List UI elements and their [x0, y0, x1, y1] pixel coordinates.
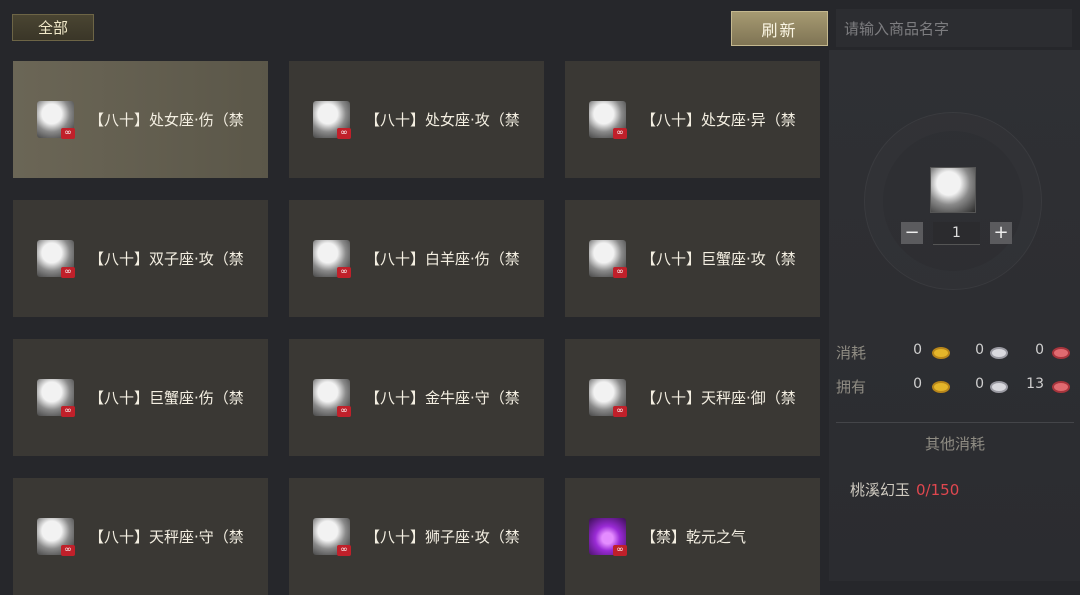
own-red-value: 13 — [1026, 376, 1044, 392]
item-name: 【八十】金牛座·守（禁 — [365, 389, 520, 407]
constellation-virgo-icon: ∞ — [37, 101, 75, 139]
cost-label: 消耗 — [836, 344, 867, 362]
item-card[interactable]: ∞ 【八十】处女座·伤（禁 — [13, 61, 268, 178]
constellation-cancer-icon: ∞ — [589, 240, 627, 278]
quantity-input[interactable]: 1 — [933, 222, 980, 245]
constellation-taurus-icon: ∞ — [313, 379, 351, 417]
item-name: 【八十】狮子座·攻（禁 — [365, 528, 520, 546]
item-card[interactable]: ∞ 【八十】处女座·攻（禁 — [289, 61, 544, 178]
cost-gold-value: 0 — [913, 342, 922, 358]
silver-coin-icon — [990, 347, 1008, 359]
qianyuan-qi-icon: ∞ — [589, 518, 627, 556]
infinity-badge-icon: ∞ — [61, 128, 75, 139]
constellation-gemini-icon: ∞ — [37, 240, 75, 278]
search-input[interactable]: 请输入商品名字 — [836, 9, 1072, 47]
infinity-badge-icon: ∞ — [613, 267, 627, 278]
item-name: 【禁】乾元之气 — [641, 528, 747, 546]
constellation-libra-icon: ∞ — [37, 518, 75, 556]
increase-quantity-button[interactable]: + — [990, 222, 1012, 244]
cost-silver-value: 0 — [975, 342, 984, 358]
item-name: 【八十】处女座·伤（禁 — [89, 111, 244, 129]
infinity-badge-icon: ∞ — [613, 128, 627, 139]
red-coin-icon — [1052, 347, 1070, 359]
constellation-virgo-icon: ∞ — [313, 101, 351, 139]
item-card[interactable]: ∞ 【八十】巨蟹座·伤（禁 — [13, 339, 268, 456]
infinity-badge-icon: ∞ — [61, 545, 75, 556]
cost-red-value: 0 — [1035, 342, 1044, 358]
item-name: 【八十】巨蟹座·伤（禁 — [89, 389, 244, 407]
item-card[interactable]: ∞ 【八十】金牛座·守（禁 — [289, 339, 544, 456]
item-name: 【八十】白羊座·伤（禁 — [365, 250, 520, 268]
infinity-badge-icon: ∞ — [61, 406, 75, 417]
item-name: 【八十】巨蟹座·攻（禁 — [641, 250, 796, 268]
infinity-badge-icon: ∞ — [337, 267, 351, 278]
silver-coin-icon — [990, 381, 1008, 393]
infinity-badge-icon: ∞ — [337, 545, 351, 556]
own-gold-value: 0 — [913, 376, 922, 392]
infinity-badge-icon: ∞ — [613, 406, 627, 417]
item-card[interactable]: ∞ 【八十】白羊座·伤（禁 — [289, 200, 544, 317]
other-cost-title: 其他消耗 — [924, 435, 985, 453]
item-card[interactable]: ∞ 【八十】天秤座·御（禁 — [565, 339, 820, 456]
item-card[interactable]: ∞ 【八十】巨蟹座·攻（禁 — [565, 200, 820, 317]
item-name: 【八十】天秤座·御（禁 — [641, 389, 796, 407]
item-name: 【八十】双子座·攻（禁 — [89, 250, 244, 268]
other-cost-item: 桃溪幻玉 0/150 — [850, 479, 959, 500]
infinity-badge-icon: ∞ — [61, 267, 75, 278]
item-card[interactable]: ∞ 【八十】狮子座·攻（禁 — [289, 478, 544, 595]
constellation-leo-icon: ∞ — [313, 518, 351, 556]
refresh-button[interactable]: 刷新 — [731, 11, 828, 46]
item-card[interactable]: ∞ 【八十】双子座·攻（禁 — [13, 200, 268, 317]
constellation-virgo-icon: ∞ — [589, 101, 627, 139]
filter-tab-all[interactable]: 全部 — [12, 14, 94, 41]
infinity-badge-icon: ∞ — [613, 545, 627, 556]
constellation-libra-icon: ∞ — [589, 379, 627, 417]
item-card[interactable]: ∞ 【八十】处女座·异（禁 — [565, 61, 820, 178]
gold-coin-icon — [932, 381, 950, 393]
constellation-aries-icon: ∞ — [313, 240, 351, 278]
selected-item-icon — [930, 167, 976, 213]
red-coin-icon — [1052, 381, 1070, 393]
own-label: 拥有 — [836, 378, 867, 396]
decrease-quantity-button[interactable]: − — [901, 222, 923, 244]
gold-coin-icon — [932, 347, 950, 359]
item-card[interactable]: ∞ 【八十】天秤座·守（禁 — [13, 478, 268, 595]
infinity-badge-icon: ∞ — [337, 406, 351, 417]
constellation-cancer-icon: ∞ — [37, 379, 75, 417]
panel-divider — [836, 422, 1074, 423]
item-name: 【八十】处女座·攻（禁 — [365, 111, 520, 129]
item-name: 【八十】天秤座·守（禁 — [89, 528, 244, 546]
other-cost-item-name: 桃溪幻玉 — [850, 481, 911, 499]
item-card[interactable]: ∞ 【禁】乾元之气 — [565, 478, 820, 595]
infinity-badge-icon: ∞ — [337, 128, 351, 139]
other-cost-item-count: 0/150 — [916, 481, 960, 499]
item-name: 【八十】处女座·异（禁 — [641, 111, 796, 129]
own-silver-value: 0 — [975, 376, 984, 392]
